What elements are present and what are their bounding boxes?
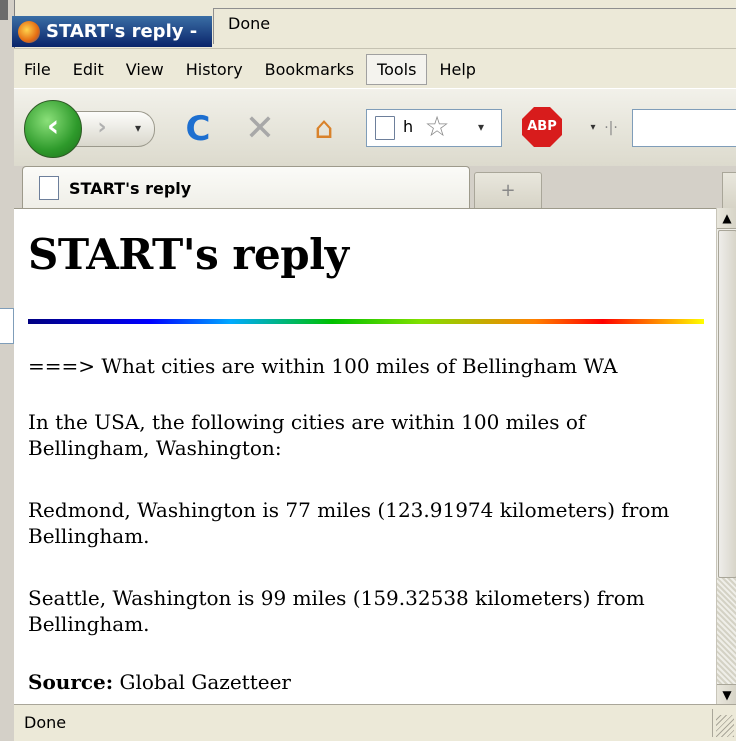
source-value: Global Gazetteer [119,670,291,694]
page-title: START's reply [28,230,349,279]
tab-list-button[interactable] [722,172,736,210]
source-line: Source: Global Gazetteer [28,669,698,695]
result-seattle: Seattle, Washington is 99 miles (159.325… [28,586,645,636]
menu-edit[interactable]: Edit [63,55,114,84]
forward-icon[interactable]: › [88,115,116,141]
url-text[interactable]: h [403,114,415,140]
query-text: ===> What cities are within 100 miles of… [28,354,618,378]
resize-grip-icon[interactable] [716,715,734,737]
scroll-track[interactable] [717,578,736,684]
background-status-text: Done [213,8,736,44]
home-icon[interactable]: ⌂ [304,109,344,149]
back-button[interactable]: ‹ [24,100,82,158]
menu-bookmarks[interactable]: Bookmarks [255,55,364,84]
url-dropdown-icon[interactable]: ▾ [471,114,491,140]
rainbow-divider [28,319,704,324]
taskbar-window-button[interactable]: START's reply - [12,16,212,47]
menu-tools[interactable]: Tools [366,53,428,85]
window-title: START's reply - [46,21,198,42]
intro-text: In the USA, the following cities are wit… [28,410,586,460]
menu-bar: File Edit View History Bookmarks Tools H… [14,48,736,89]
tab-strip: START's reply + [14,166,736,210]
toolbar-resizer-icon[interactable]: ·|· [602,117,620,139]
status-text: Done [24,713,67,732]
search-input[interactable] [632,109,736,147]
url-input[interactable]: h ☆ ▾ [366,109,502,147]
reload-icon[interactable]: C [180,111,216,147]
vertical-scrollbar[interactable]: ▲ ▼ [716,208,736,705]
background-window-field [0,308,14,344]
tab-start-reply[interactable]: START's reply [22,166,470,209]
scroll-thumb[interactable] [718,230,736,578]
scroll-up-icon[interactable]: ▲ [717,208,736,229]
back-icon: ‹ [46,109,60,144]
result-redmond: Redmond, Washington is 77 miles (123.919… [28,498,670,548]
history-dropdown-icon[interactable]: ▾ [128,115,148,141]
page-icon [375,116,395,140]
new-tab-button[interactable]: + [474,172,542,209]
status-bar: Done [14,704,736,741]
status-divider [712,709,713,737]
abp-icon[interactable]: ABP [522,107,562,147]
star-icon[interactable]: ☆ [419,110,455,144]
scroll-down-icon[interactable]: ▼ [717,684,736,705]
menu-help[interactable]: Help [429,55,485,84]
background-window-edge [0,0,8,20]
stop-icon[interactable]: ✕ [240,109,280,149]
menu-history[interactable]: History [176,55,253,84]
source-label: Source: [28,670,114,694]
page-content: START's reply ===> What cities are withi… [14,208,716,705]
firefox-icon [18,20,40,43]
abp-dropdown-icon[interactable]: ▾ [586,115,600,141]
navigation-toolbar: ‹ › ▾ C ✕ ⌂ h ☆ ▾ ABP ▾ ·|· [14,88,736,168]
background-window-frame [0,0,15,355]
page-icon [39,176,59,200]
menu-view[interactable]: View [116,55,174,84]
tab-label: START's reply [69,178,192,198]
menu-file[interactable]: File [14,55,61,84]
